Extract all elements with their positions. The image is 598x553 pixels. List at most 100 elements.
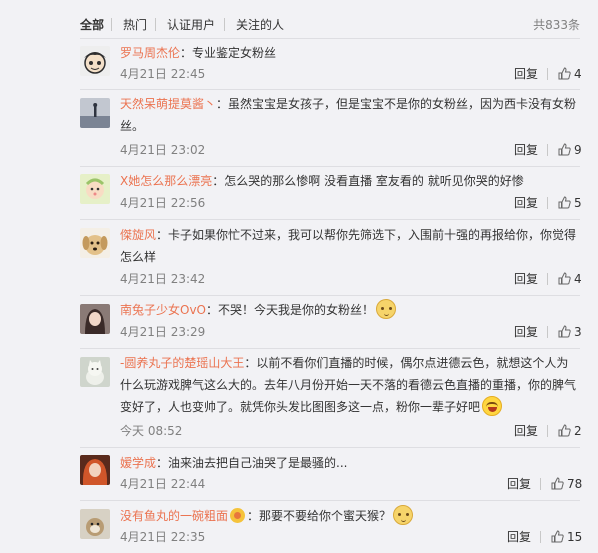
comment-time: 4月21日 23:02 bbox=[120, 143, 206, 157]
divider bbox=[80, 295, 580, 296]
dog-photo-icon bbox=[80, 509, 110, 539]
comment-text: 专业鉴定女粉丝 bbox=[192, 46, 277, 60]
colon: ： bbox=[156, 456, 169, 470]
colon: ： bbox=[247, 509, 260, 523]
tab-divider bbox=[155, 18, 156, 31]
comment-username[interactable]: X她怎么那么漂亮 bbox=[120, 174, 212, 188]
action-divider bbox=[547, 197, 548, 209]
avatar[interactable] bbox=[80, 509, 110, 539]
action-divider bbox=[547, 68, 548, 80]
comment-time: 今天 08:52 bbox=[120, 424, 183, 438]
like-button[interactable]: 15 bbox=[551, 529, 582, 545]
comment-username[interactable]: 罗马周杰伦 bbox=[120, 46, 180, 60]
avatar[interactable] bbox=[80, 174, 110, 204]
reply-button[interactable]: 回复 bbox=[507, 476, 531, 492]
like-button[interactable]: 4 bbox=[558, 66, 582, 82]
divider bbox=[80, 38, 580, 39]
comment-body: 天然呆萌提莫酱丶：虽然宝宝是女孩子，但是宝宝不是你的女粉丝，因为西卡没有女粉丝。 bbox=[120, 93, 580, 137]
like-button[interactable]: 2 bbox=[558, 423, 582, 439]
like-button[interactable]: 78 bbox=[551, 476, 582, 492]
cartoon-baby-icon bbox=[80, 174, 110, 204]
comment-username[interactable]: 傑旋风 bbox=[120, 228, 156, 242]
like-count: 15 bbox=[567, 530, 583, 544]
divider bbox=[80, 348, 580, 349]
action-divider bbox=[547, 273, 548, 285]
colon: ： bbox=[244, 356, 257, 370]
reply-button[interactable]: 回复 bbox=[514, 195, 538, 211]
thumbs-up-icon bbox=[558, 143, 571, 156]
reply-button[interactable]: 回复 bbox=[507, 529, 531, 545]
divider bbox=[80, 447, 580, 448]
tab-hot[interactable]: 热门 bbox=[123, 17, 147, 33]
tab-divider bbox=[224, 18, 225, 31]
colon: ： bbox=[212, 174, 225, 188]
comment-text: 油来油去把自己油哭了是最骚的... bbox=[168, 456, 348, 470]
colon: ： bbox=[206, 303, 219, 317]
comment-time: 4月21日 22:56 bbox=[120, 196, 206, 210]
comment-username[interactable]: 天然呆萌提莫酱丶 bbox=[120, 97, 216, 111]
reply-button[interactable]: 回复 bbox=[514, 66, 538, 82]
reply-button[interactable]: 回复 bbox=[514, 271, 538, 287]
comment-body: 嫒学成：油来油去把自己油哭了是最骚的... bbox=[120, 452, 580, 474]
comment-panel: 全部 热门 认证用户 关注的人 共833条 罗马周杰伦：专业鉴定女粉丝 4月21… bbox=[0, 0, 598, 553]
comment-text: 怎么哭的那么惨啊 没看直播 室友看的 就听见你哭的好惨 bbox=[224, 174, 524, 188]
comment-time: 4月21日 22:35 bbox=[120, 530, 206, 544]
comment-text: 那要不要给你个蜜天猴？ bbox=[259, 509, 392, 523]
comment-username[interactable]: 没有鱼丸的一碗粗面 bbox=[120, 509, 228, 523]
girl-photo-icon bbox=[80, 304, 110, 334]
comment-body: 傑旋风：卡子如果你忙不过来，我可以帮你先筛选下，入围前十强的再报给你，你觉得怎么… bbox=[120, 224, 580, 268]
avatar[interactable] bbox=[80, 98, 110, 128]
avatar[interactable] bbox=[80, 228, 110, 258]
action-divider bbox=[547, 425, 548, 437]
tab-all[interactable]: 全部 bbox=[80, 17, 104, 33]
thumbs-up-icon bbox=[551, 477, 564, 490]
cat-doll-icon bbox=[80, 357, 110, 387]
tab-following[interactable]: 关注的人 bbox=[236, 17, 284, 33]
comment-time: 4月21日 22:44 bbox=[120, 477, 206, 491]
like-count: 3 bbox=[574, 325, 582, 339]
comment-tabs: 全部 热门 认证用户 关注的人 共833条 bbox=[0, 0, 598, 40]
comment-username[interactable]: 南兔子少女OvO bbox=[120, 303, 206, 317]
comment-body: 罗马周杰伦：专业鉴定女粉丝 bbox=[120, 42, 580, 64]
avatar[interactable] bbox=[80, 357, 110, 387]
thumbs-up-icon bbox=[558, 67, 571, 80]
avatar[interactable] bbox=[80, 304, 110, 334]
comment-body: 南兔子少女OvO：不哭！今天我是你的女粉丝！ bbox=[120, 299, 580, 321]
comment-count: 共833条 bbox=[533, 18, 580, 32]
like-count: 9 bbox=[574, 143, 582, 157]
action-divider bbox=[540, 531, 541, 543]
reply-button[interactable]: 回复 bbox=[514, 423, 538, 439]
like-button[interactable]: 5 bbox=[558, 195, 582, 211]
comment-time: 4月21日 23:42 bbox=[120, 272, 206, 286]
thumbs-up-icon bbox=[558, 272, 571, 285]
like-button[interactable]: 9 bbox=[558, 142, 582, 158]
puppy-icon bbox=[80, 228, 110, 258]
reply-button[interactable]: 回复 bbox=[514, 142, 538, 158]
like-count: 5 bbox=[574, 196, 582, 210]
thumbs-up-icon bbox=[558, 196, 571, 209]
like-count: 4 bbox=[574, 272, 582, 286]
cat-emoji-icon bbox=[393, 505, 414, 525]
action-divider bbox=[547, 326, 548, 338]
like-button[interactable]: 3 bbox=[558, 324, 582, 340]
comment-time: 4月21日 22:45 bbox=[120, 67, 206, 81]
like-count: 4 bbox=[574, 67, 582, 81]
action-divider bbox=[547, 144, 548, 156]
comment-time: 4月21日 23:29 bbox=[120, 325, 206, 339]
thumbs-up-icon bbox=[558, 325, 571, 338]
like-button[interactable]: 4 bbox=[558, 271, 582, 287]
cat-emoji-icon bbox=[376, 299, 397, 319]
comment-username[interactable]: 嫒学成 bbox=[120, 456, 156, 470]
comment-body: X她怎么那么漂亮：怎么哭的那么惨啊 没看直播 室友看的 就听见你哭的好惨 bbox=[120, 170, 580, 192]
avatar[interactable] bbox=[80, 46, 110, 76]
comment-text: 卡子如果你忙不过来，我可以帮你先筛选下，入围前十强的再报给你，你觉得怎么样 bbox=[120, 228, 577, 264]
avatar[interactable] bbox=[80, 455, 110, 485]
silhouette-sea-icon bbox=[80, 98, 110, 128]
reply-button[interactable]: 回复 bbox=[514, 324, 538, 340]
comment-username[interactable]: -圆养丸子的楚瑶山大王 bbox=[120, 356, 244, 370]
cartoon-boy-icon bbox=[80, 46, 110, 76]
action-divider bbox=[540, 478, 541, 490]
like-count: 2 bbox=[574, 424, 582, 438]
thumbs-up-icon bbox=[551, 530, 564, 543]
tab-verified[interactable]: 认证用户 bbox=[167, 17, 215, 33]
